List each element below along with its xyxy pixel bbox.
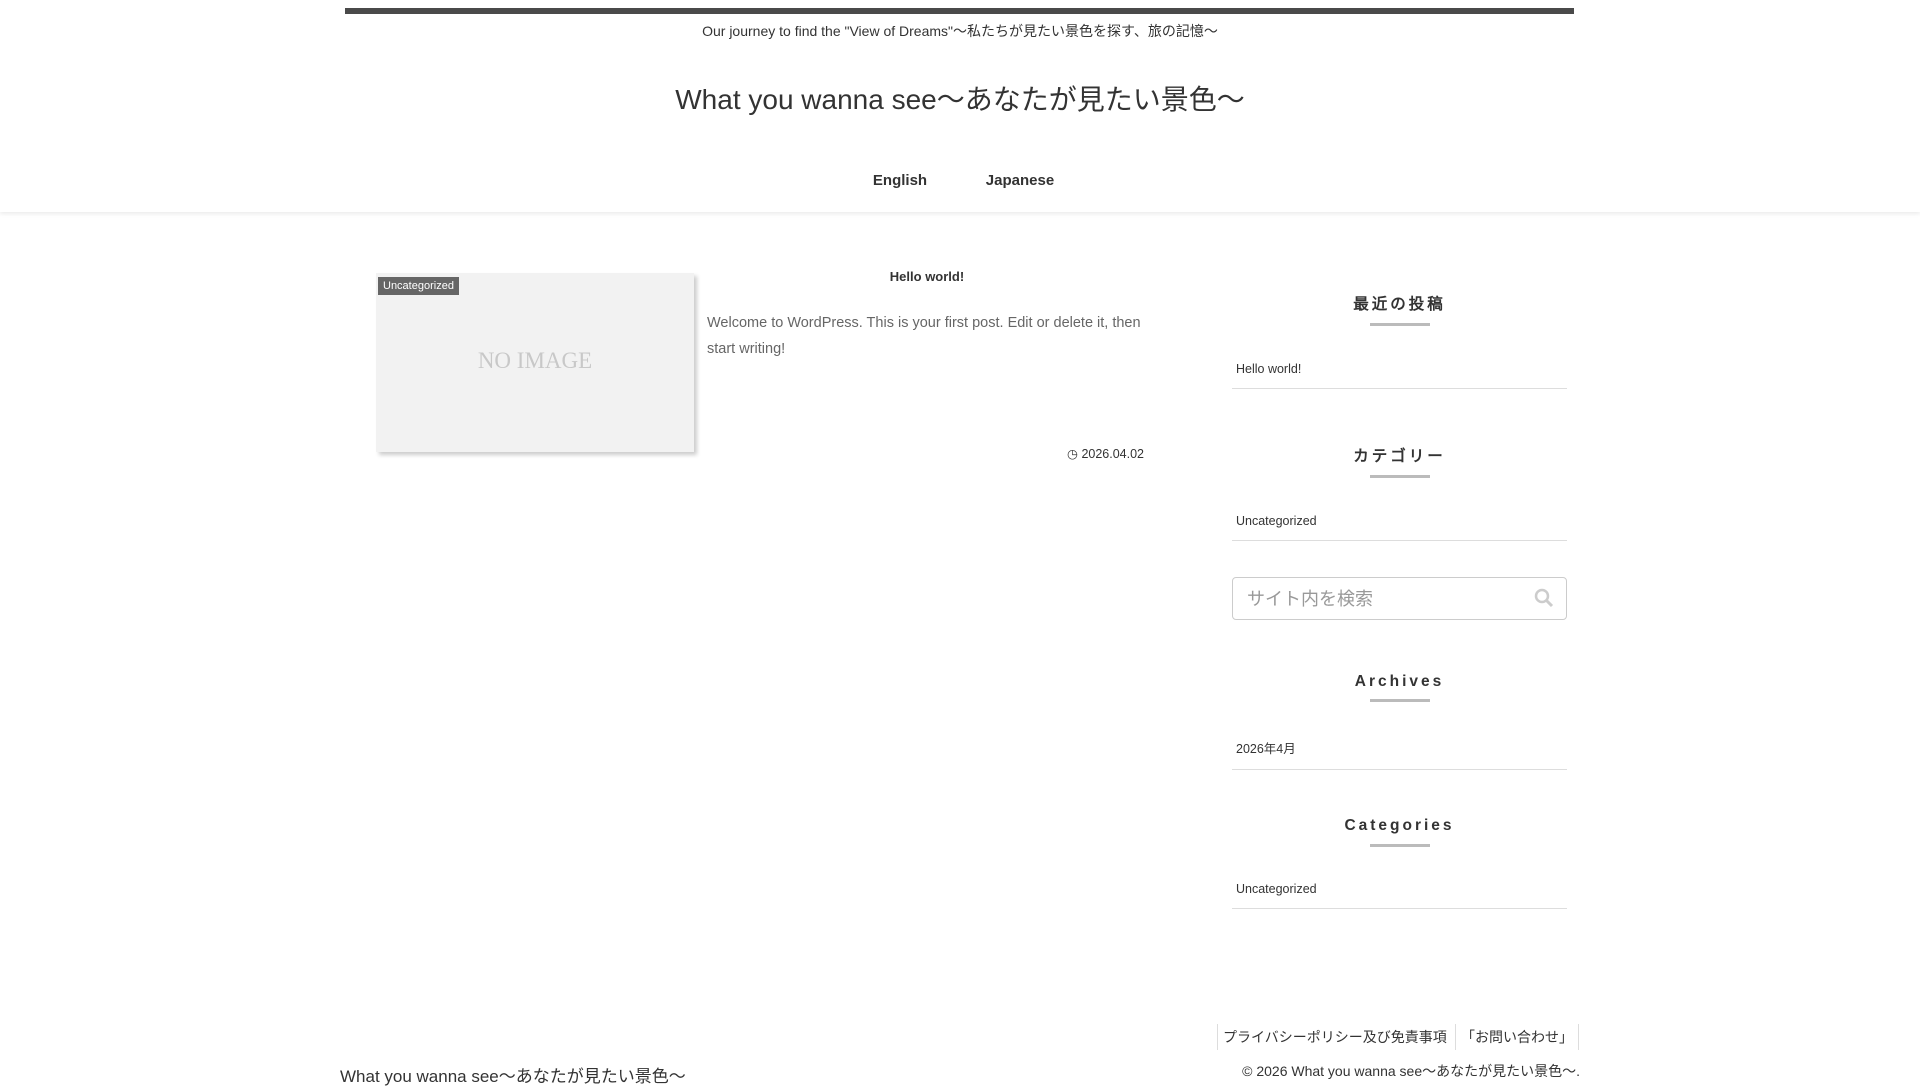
post-excerpt: Welcome to WordPress. This is your first…	[707, 315, 1141, 357]
widget-underline	[1370, 323, 1430, 326]
post-date: ◷ 2026.04.02	[1067, 446, 1144, 461]
search-input[interactable]	[1245, 578, 1529, 620]
widget-title-archives: Archives	[1354, 673, 1445, 690]
no-image-placeholder: NO IMAGE	[477, 348, 593, 373]
site-tagline: Our journey to find the "View of Dreams"…	[702, 23, 1218, 39]
category-link[interactable]: Uncategorized	[1232, 514, 1567, 541]
widget-title-recent: 最近の投稿	[1353, 296, 1446, 313]
top-bar	[345, 8, 1574, 14]
search-box	[1232, 577, 1567, 620]
footer-link-contact[interactable]: 「お問い合わせ」	[1455, 1024, 1579, 1050]
site-header: Our journey to find the "View of Dreams"…	[0, 0, 1920, 212]
post-date-text: 2026.04.02	[1081, 447, 1144, 461]
copyright: © 2026 What you wanna see〜あなたが見たい景色〜.	[1242, 1063, 1580, 1079]
widget-title-categories: Categories	[1344, 817, 1455, 834]
search-icon[interactable]	[1534, 588, 1554, 608]
post-title[interactable]: Hello world!	[707, 269, 1147, 284]
footer-link-privacy[interactable]: プライバシーポリシー及び免責事項	[1217, 1024, 1452, 1050]
widget-underline	[1370, 699, 1430, 702]
nav-english[interactable]: English	[840, 172, 960, 189]
site-title[interactable]: What you wanna see〜あなたが見たい景色〜	[0, 78, 1920, 118]
footer-site-title[interactable]: What you wanna see〜あなたが見たい景色〜	[340, 1062, 686, 1087]
clock-icon: ◷	[1067, 447, 1078, 461]
nav-japanese[interactable]: Japanese	[960, 172, 1080, 189]
category-label: Uncategorized	[378, 277, 459, 295]
widget-underline	[1370, 475, 1430, 478]
widget-underline	[1370, 844, 1430, 847]
recent-post-link[interactable]: Hello world!	[1232, 362, 1567, 389]
categories-link[interactable]: Uncategorized	[1232, 882, 1567, 909]
post-thumbnail[interactable]: NO IMAGE Uncategorized	[376, 273, 694, 452]
widget-title-category: カテゴリー	[1353, 448, 1446, 465]
archive-link[interactable]: 2026年4月	[1232, 738, 1567, 770]
